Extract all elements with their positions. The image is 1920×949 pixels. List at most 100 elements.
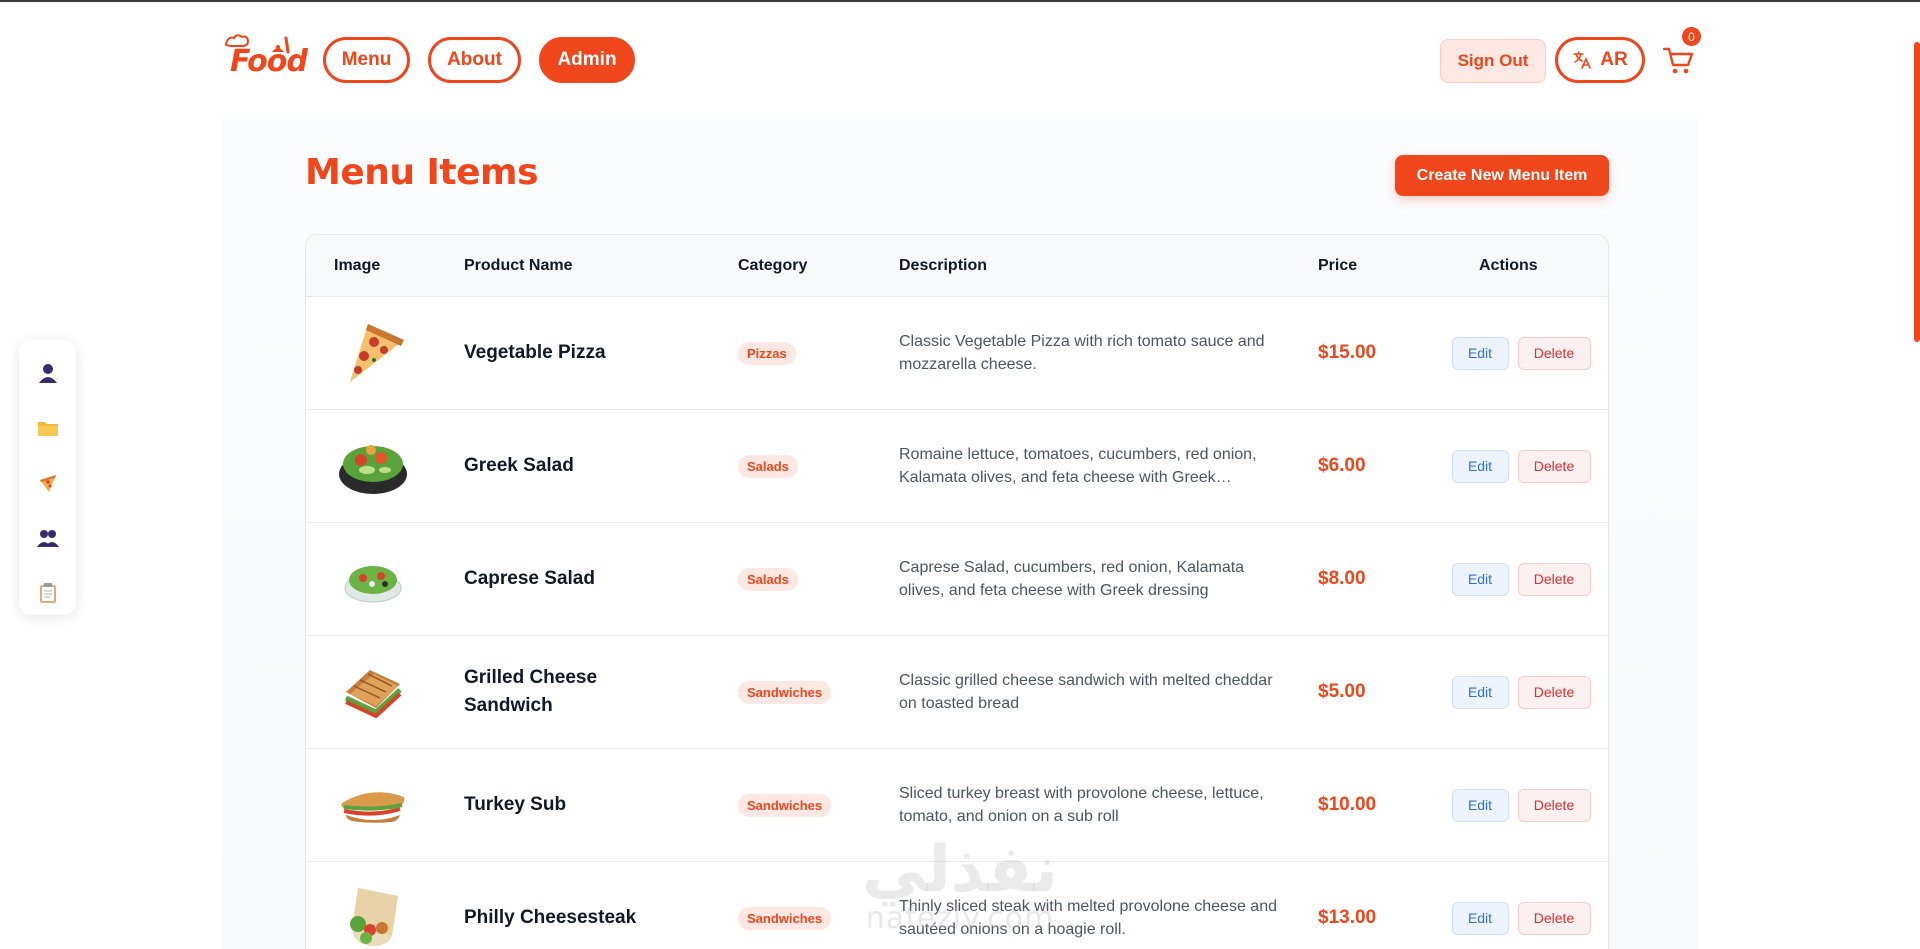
nav-menu-button[interactable]: Menu xyxy=(323,37,410,83)
admin-sidebar xyxy=(19,340,76,615)
edit-button[interactable]: Edit xyxy=(1451,901,1509,935)
product-description: Classic Vegetable Pizza with rich tomato… xyxy=(899,333,1265,373)
product-image xyxy=(328,297,418,409)
product-image xyxy=(328,523,418,635)
users-icon xyxy=(36,529,59,547)
category-cell: Pizzas xyxy=(738,297,878,409)
top-navbar: Food Menu About Admin Sign Out AR 0 xyxy=(0,2,1920,114)
cart-icon[interactable] xyxy=(1662,46,1694,76)
category-badge: Pizzas xyxy=(738,341,796,365)
sidebar-item-categories[interactable] xyxy=(19,400,76,455)
category-cell: Sandwiches xyxy=(738,862,878,949)
delete-button[interactable]: Delete xyxy=(1517,562,1591,596)
logo-text: Food xyxy=(230,44,308,79)
description-cell: Classic Vegetable Pizza with rich tomato… xyxy=(899,297,1279,409)
product-price: $10.00 xyxy=(1318,794,1377,815)
category-cell: Sandwiches xyxy=(738,636,878,748)
table-header: Image Product Name Category Description … xyxy=(306,235,1608,297)
row-actions: Edit Delete xyxy=(1441,636,1601,748)
food-logo[interactable]: Food xyxy=(222,32,308,79)
product-name: Grilled Cheese Sandwich xyxy=(464,667,598,716)
header-description: Description xyxy=(899,257,988,274)
user-icon xyxy=(38,363,57,383)
product-price: $6.00 xyxy=(1318,455,1366,476)
create-menu-item-button[interactable]: Create New Menu Item xyxy=(1395,155,1609,196)
product-description: Caprese Salad, cucumbers, red onion, Kal… xyxy=(899,559,1245,599)
product-name: Caprese Salad xyxy=(464,568,595,589)
sign-out-button[interactable]: Sign Out xyxy=(1440,39,1546,83)
pizza-icon xyxy=(39,474,56,492)
delete-button[interactable]: Delete xyxy=(1517,449,1591,483)
menu-items-table: Image Product Name Category Description … xyxy=(305,234,1609,949)
product-name: Turkey Sub xyxy=(464,794,567,815)
scrollbar-thumb[interactable] xyxy=(1914,42,1920,342)
header-category: Category xyxy=(738,257,808,274)
delete-button[interactable]: Delete xyxy=(1517,901,1591,935)
product-description: Classic grilled cheese sandwich with mel… xyxy=(899,672,1273,712)
nav-admin-button[interactable]: Admin xyxy=(539,37,635,83)
description-cell: Thinly sliced steak with melted provolon… xyxy=(899,862,1279,949)
description-cell: Caprese Salad, cucumbers, red onion, Kal… xyxy=(899,523,1279,635)
table-row: Vegetable Pizza Pizzas Classic Vegetable… xyxy=(306,297,1608,410)
table-row: Caprese Salad Salads Caprese Salad, cucu… xyxy=(306,523,1608,636)
sidebar-item-profile[interactable] xyxy=(19,345,76,400)
greek-salad-image xyxy=(339,445,407,494)
category-badge: Sandwiches xyxy=(738,906,832,930)
clipboard-icon xyxy=(39,582,56,603)
description-cell: Sliced turkey breast with provolone chee… xyxy=(899,749,1279,861)
language-toggle-button[interactable]: AR xyxy=(1555,37,1645,83)
language-label: AR xyxy=(1600,49,1628,70)
product-description: Romaine lettuce, tomatoes, cucumbers, re… xyxy=(899,446,1257,486)
edit-button[interactable]: Edit xyxy=(1451,675,1509,709)
sidebar-item-menu-items[interactable] xyxy=(19,455,76,510)
delete-button[interactable]: Delete xyxy=(1517,788,1591,822)
description-cell: Romaine lettuce, tomatoes, cucumbers, re… xyxy=(899,410,1279,522)
folder-icon xyxy=(37,421,58,436)
product-price: $8.00 xyxy=(1318,568,1366,589)
translate-icon xyxy=(1573,51,1592,69)
caprese-salad-image xyxy=(344,566,402,603)
product-name: Philly Cheesesteak xyxy=(464,907,637,928)
edit-button[interactable]: Edit xyxy=(1451,449,1509,483)
row-actions: Edit Delete xyxy=(1441,410,1601,522)
category-badge: Sandwiches xyxy=(738,793,832,817)
header-price: Price xyxy=(1318,257,1358,274)
category-badge: Salads xyxy=(738,567,798,591)
product-image xyxy=(328,410,418,522)
edit-button[interactable]: Edit xyxy=(1451,562,1509,596)
product-price: $5.00 xyxy=(1318,681,1366,702)
sub-image xyxy=(341,792,405,823)
delete-button[interactable]: Delete xyxy=(1517,336,1591,370)
product-image xyxy=(328,749,418,861)
category-badge: Sandwiches xyxy=(738,680,832,704)
header-product-name: Product Name xyxy=(464,257,573,274)
category-cell: Salads xyxy=(738,523,878,635)
table-row: Philly Cheesesteak Sandwiches Thinly sli… xyxy=(306,862,1608,949)
product-price: $13.00 xyxy=(1318,907,1377,928)
page-title: Menu Items xyxy=(305,152,539,193)
category-cell: Salads xyxy=(738,410,878,522)
cart-count-badge: 0 xyxy=(1682,27,1701,46)
delete-button[interactable]: Delete xyxy=(1517,675,1591,709)
pizza-slice-image xyxy=(350,324,404,382)
table-row: Greek Salad Salads Romaine lettuce, toma… xyxy=(306,410,1608,523)
product-image xyxy=(328,636,418,748)
product-description: Sliced turkey breast with provolone chee… xyxy=(899,785,1264,825)
row-actions: Edit Delete xyxy=(1441,523,1601,635)
sidebar-item-users[interactable] xyxy=(19,510,76,565)
wrap-image xyxy=(350,888,398,946)
product-price: $15.00 xyxy=(1318,342,1377,363)
sidebar-item-orders[interactable] xyxy=(19,565,76,620)
edit-button[interactable]: Edit xyxy=(1451,336,1509,370)
product-name: Vegetable Pizza xyxy=(464,342,606,363)
product-name: Greek Salad xyxy=(464,455,574,476)
edit-button[interactable]: Edit xyxy=(1451,788,1509,822)
table-row: Grilled Cheese Sandwich Sandwiches Class… xyxy=(306,636,1608,749)
header-image: Image xyxy=(334,257,381,274)
header-actions: Actions xyxy=(1479,257,1538,274)
nav-about-button[interactable]: About xyxy=(428,37,521,83)
sandwich-image xyxy=(344,670,402,719)
description-cell: Classic grilled cheese sandwich with mel… xyxy=(899,636,1279,748)
row-actions: Edit Delete xyxy=(1441,862,1601,949)
product-description: Thinly sliced steak with melted provolon… xyxy=(899,898,1277,938)
